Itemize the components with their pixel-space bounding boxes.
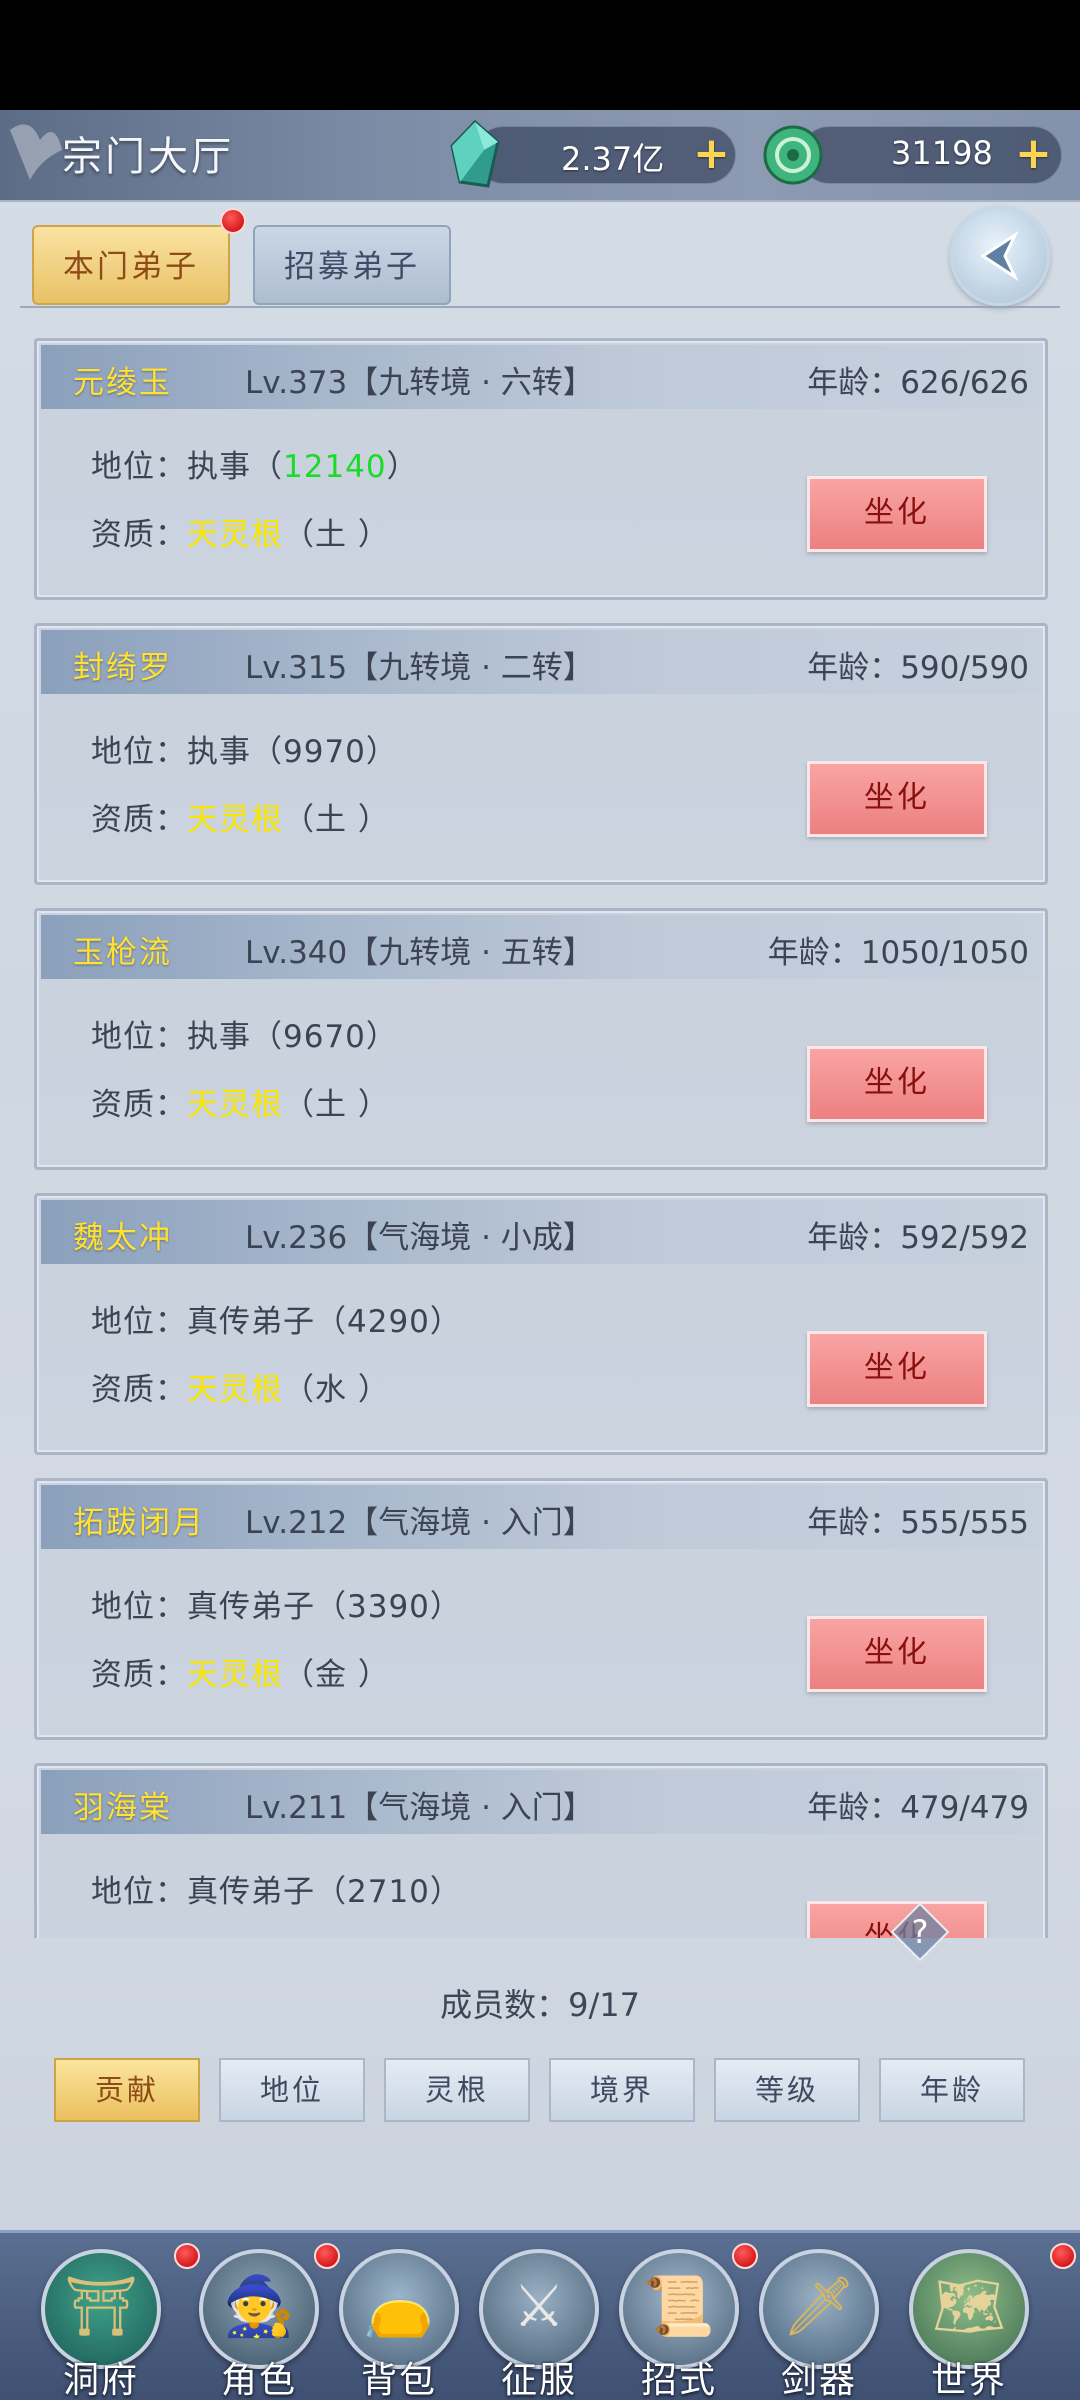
disciple-age: 年龄：592/592 — [807, 1220, 1029, 1256]
green-gem-icon — [450, 120, 500, 188]
disciple-age: 年龄：479/479 — [807, 1790, 1029, 1826]
nav-bag[interactable]: 👝 背包 — [334, 2241, 464, 2400]
nav-label: 角色 — [220, 2360, 297, 2400]
nav-character[interactable]: 🧙 角色 — [194, 2241, 324, 2400]
disciple-level: Lv.315【九转境 · 二转】 — [245, 650, 594, 686]
nav-label: 背包 — [360, 2360, 437, 2400]
back-arrow-icon — [980, 230, 1019, 282]
disciple-card-header: 羽海棠 Lv.211【气海境 · 入门】 年龄：479/479 — [41, 1770, 1041, 1834]
back-button[interactable] — [950, 206, 1050, 306]
disciple-level: Lv.373【九转境 · 六转】 — [245, 365, 594, 401]
page-title: 宗门大厅 — [62, 134, 234, 180]
nav-label: 洞府 — [62, 2360, 139, 2400]
nav-label: 剑器 — [780, 2360, 857, 2400]
retire-button[interactable]: 坐化 — [807, 476, 987, 552]
disciple-name: 玉枪流 — [73, 935, 172, 971]
disciple-level: Lv.211【气海境 · 入门】 — [245, 1790, 594, 1826]
retire-button[interactable]: 坐化 — [807, 1046, 987, 1122]
nav-label: 征服 — [500, 2360, 577, 2400]
disciple-aptitude: 资质：天灵根（土 ） — [91, 802, 390, 838]
disciple-age: 年龄：555/555 — [807, 1505, 1029, 1541]
disciple-position: 地位：执事（12140） — [91, 449, 419, 485]
retire-button[interactable]: 坐化 — [807, 1616, 987, 1692]
nav-label: 世界 — [930, 2360, 1007, 2400]
disciple-name: 拓跋闭月 — [73, 1505, 205, 1541]
disciple-list[interactable]: 元绫玉 Lv.373【九转境 · 六转】 年龄：626/626 地位：执事（12… — [0, 338, 1080, 1938]
disciple-aptitude: 资质：天灵根（土 ） — [91, 1087, 390, 1123]
disciple-level: Lv.340【九转境 · 五转】 — [245, 935, 594, 971]
disciple-name: 魏太冲 — [73, 1220, 172, 1256]
svg-text:?: ? — [912, 1913, 929, 1951]
disciple-card: 魏太冲 Lv.236【气海境 · 小成】 年龄：592/592 地位：真传弟子（… — [34, 1193, 1048, 1455]
sort-level-button[interactable]: 等级 — [714, 2058, 860, 2122]
disciple-card: 拓跋闭月 Lv.212【气海境 · 入门】 年龄：555/555 地位：真传弟子… — [34, 1478, 1048, 1740]
nav-conquer[interactable]: ⚔ 征服 — [474, 2241, 604, 2400]
nav-world[interactable]: 🗺 世界 — [904, 2241, 1034, 2400]
nav-badge — [1050, 2243, 1076, 2269]
disciple-position: 地位：真传弟子（4290） — [91, 1304, 462, 1340]
retire-button[interactable]: 坐化 — [807, 761, 987, 837]
jade-add-button[interactable]: + — [1015, 129, 1052, 179]
gem-add-button[interactable]: + — [693, 129, 730, 179]
disciple-age: 年龄：590/590 — [807, 650, 1029, 686]
sort-contribution-button[interactable]: 贡献 — [54, 2058, 200, 2122]
nav-skills[interactable]: 📜 招式 — [614, 2241, 744, 2400]
sort-age-button[interactable]: 年龄 — [879, 2058, 1025, 2122]
nav-label: 招式 — [640, 2360, 717, 2400]
butterfly-ornament-icon — [10, 124, 62, 180]
disciple-position: 地位：执事（9670） — [91, 1019, 398, 1055]
disciple-card: 封绮罗 Lv.315【九转境 · 二转】 年龄：590/590 地位：执事（99… — [34, 623, 1048, 885]
sort-position-button[interactable]: 地位 — [219, 2058, 365, 2122]
disciple-position: 地位：执事（9970） — [91, 734, 398, 770]
resource-jade-box: 31198 + — [800, 126, 1062, 184]
nav-sword-artifact[interactable]: 🗡 剑器 — [754, 2241, 884, 2400]
disciple-age: 年龄：626/626 — [807, 365, 1029, 401]
jade-amount: 31198 — [891, 134, 993, 172]
disciple-aptitude: 资质：天灵根（金 ） — [91, 1657, 390, 1693]
disciple-name: 羽海棠 — [73, 1790, 172, 1826]
disciple-age: 年龄：1050/1050 — [767, 935, 1029, 971]
resource-gem-box: 2.37亿 + — [474, 126, 736, 184]
disciple-name: 封绮罗 — [73, 650, 172, 686]
disciple-card: 玉枪流 Lv.340【九转境 · 五转】 年龄：1050/1050 地位：执事（… — [34, 908, 1048, 1170]
tab-own-disciples[interactable]: 本门弟子 — [32, 225, 230, 305]
bottom-navigation: ⛩ 洞府 🧙 角色 👝 背包 ⚔ 征服 📜 招式 🗡 剑器 🗺 世界 — [0, 2230, 1080, 2400]
jade-coin-icon — [763, 125, 823, 185]
disciple-card-header: 玉枪流 Lv.340【九转境 · 五转】 年龄：1050/1050 — [41, 915, 1041, 979]
top-bar: 宗门大厅 2.37亿 + 31198 + — [0, 110, 1080, 202]
member-count: 成员数：9/17 — [440, 1986, 640, 2024]
disciple-position: 地位：真传弟子（2710） — [91, 1874, 462, 1910]
nav-cave-dwelling[interactable]: ⛩ 洞府 — [36, 2241, 166, 2400]
disciple-card-header: 封绮罗 Lv.315【九转境 · 二转】 年龄：590/590 — [41, 630, 1041, 694]
tab-recruit-disciples[interactable]: 招募弟子 — [253, 225, 451, 305]
disciple-card-header: 魏太冲 Lv.236【气海境 · 小成】 年龄：592/592 — [41, 1200, 1041, 1264]
disciple-aptitude: 资质：天灵根（土 ） — [91, 517, 390, 553]
disciple-level: Lv.236【气海境 · 小成】 — [245, 1220, 594, 1256]
gem-amount: 2.37亿 — [561, 140, 665, 178]
sort-root-button[interactable]: 灵根 — [384, 2058, 530, 2122]
tab-divider — [20, 306, 1060, 308]
tab-notification-badge — [220, 208, 246, 234]
disciple-level: Lv.212【气海境 · 入门】 — [245, 1505, 594, 1541]
disciple-card-header: 拓跋闭月 Lv.212【气海境 · 入门】 年龄：555/555 — [41, 1485, 1041, 1549]
sect-hall-screen: 宗门大厅 2.37亿 + 31198 + 本门弟子 招募弟子 元绫玉 Lv.37… — [0, 110, 1080, 2400]
disciple-aptitude: 资质：天灵根（水 ） — [91, 1372, 390, 1408]
question-mark-icon[interactable]: ? — [890, 1902, 950, 1962]
sort-realm-button[interactable]: 境界 — [549, 2058, 695, 2122]
disciple-card-header: 元绫玉 Lv.373【九转境 · 六转】 年龄：626/626 — [41, 345, 1041, 409]
disciple-name: 元绫玉 — [73, 365, 172, 401]
disciple-card: 元绫玉 Lv.373【九转境 · 六转】 年龄：626/626 地位：执事（12… — [34, 338, 1048, 600]
disciple-position: 地位：真传弟子（3390） — [91, 1589, 462, 1625]
retire-button[interactable]: 坐化 — [807, 1331, 987, 1407]
